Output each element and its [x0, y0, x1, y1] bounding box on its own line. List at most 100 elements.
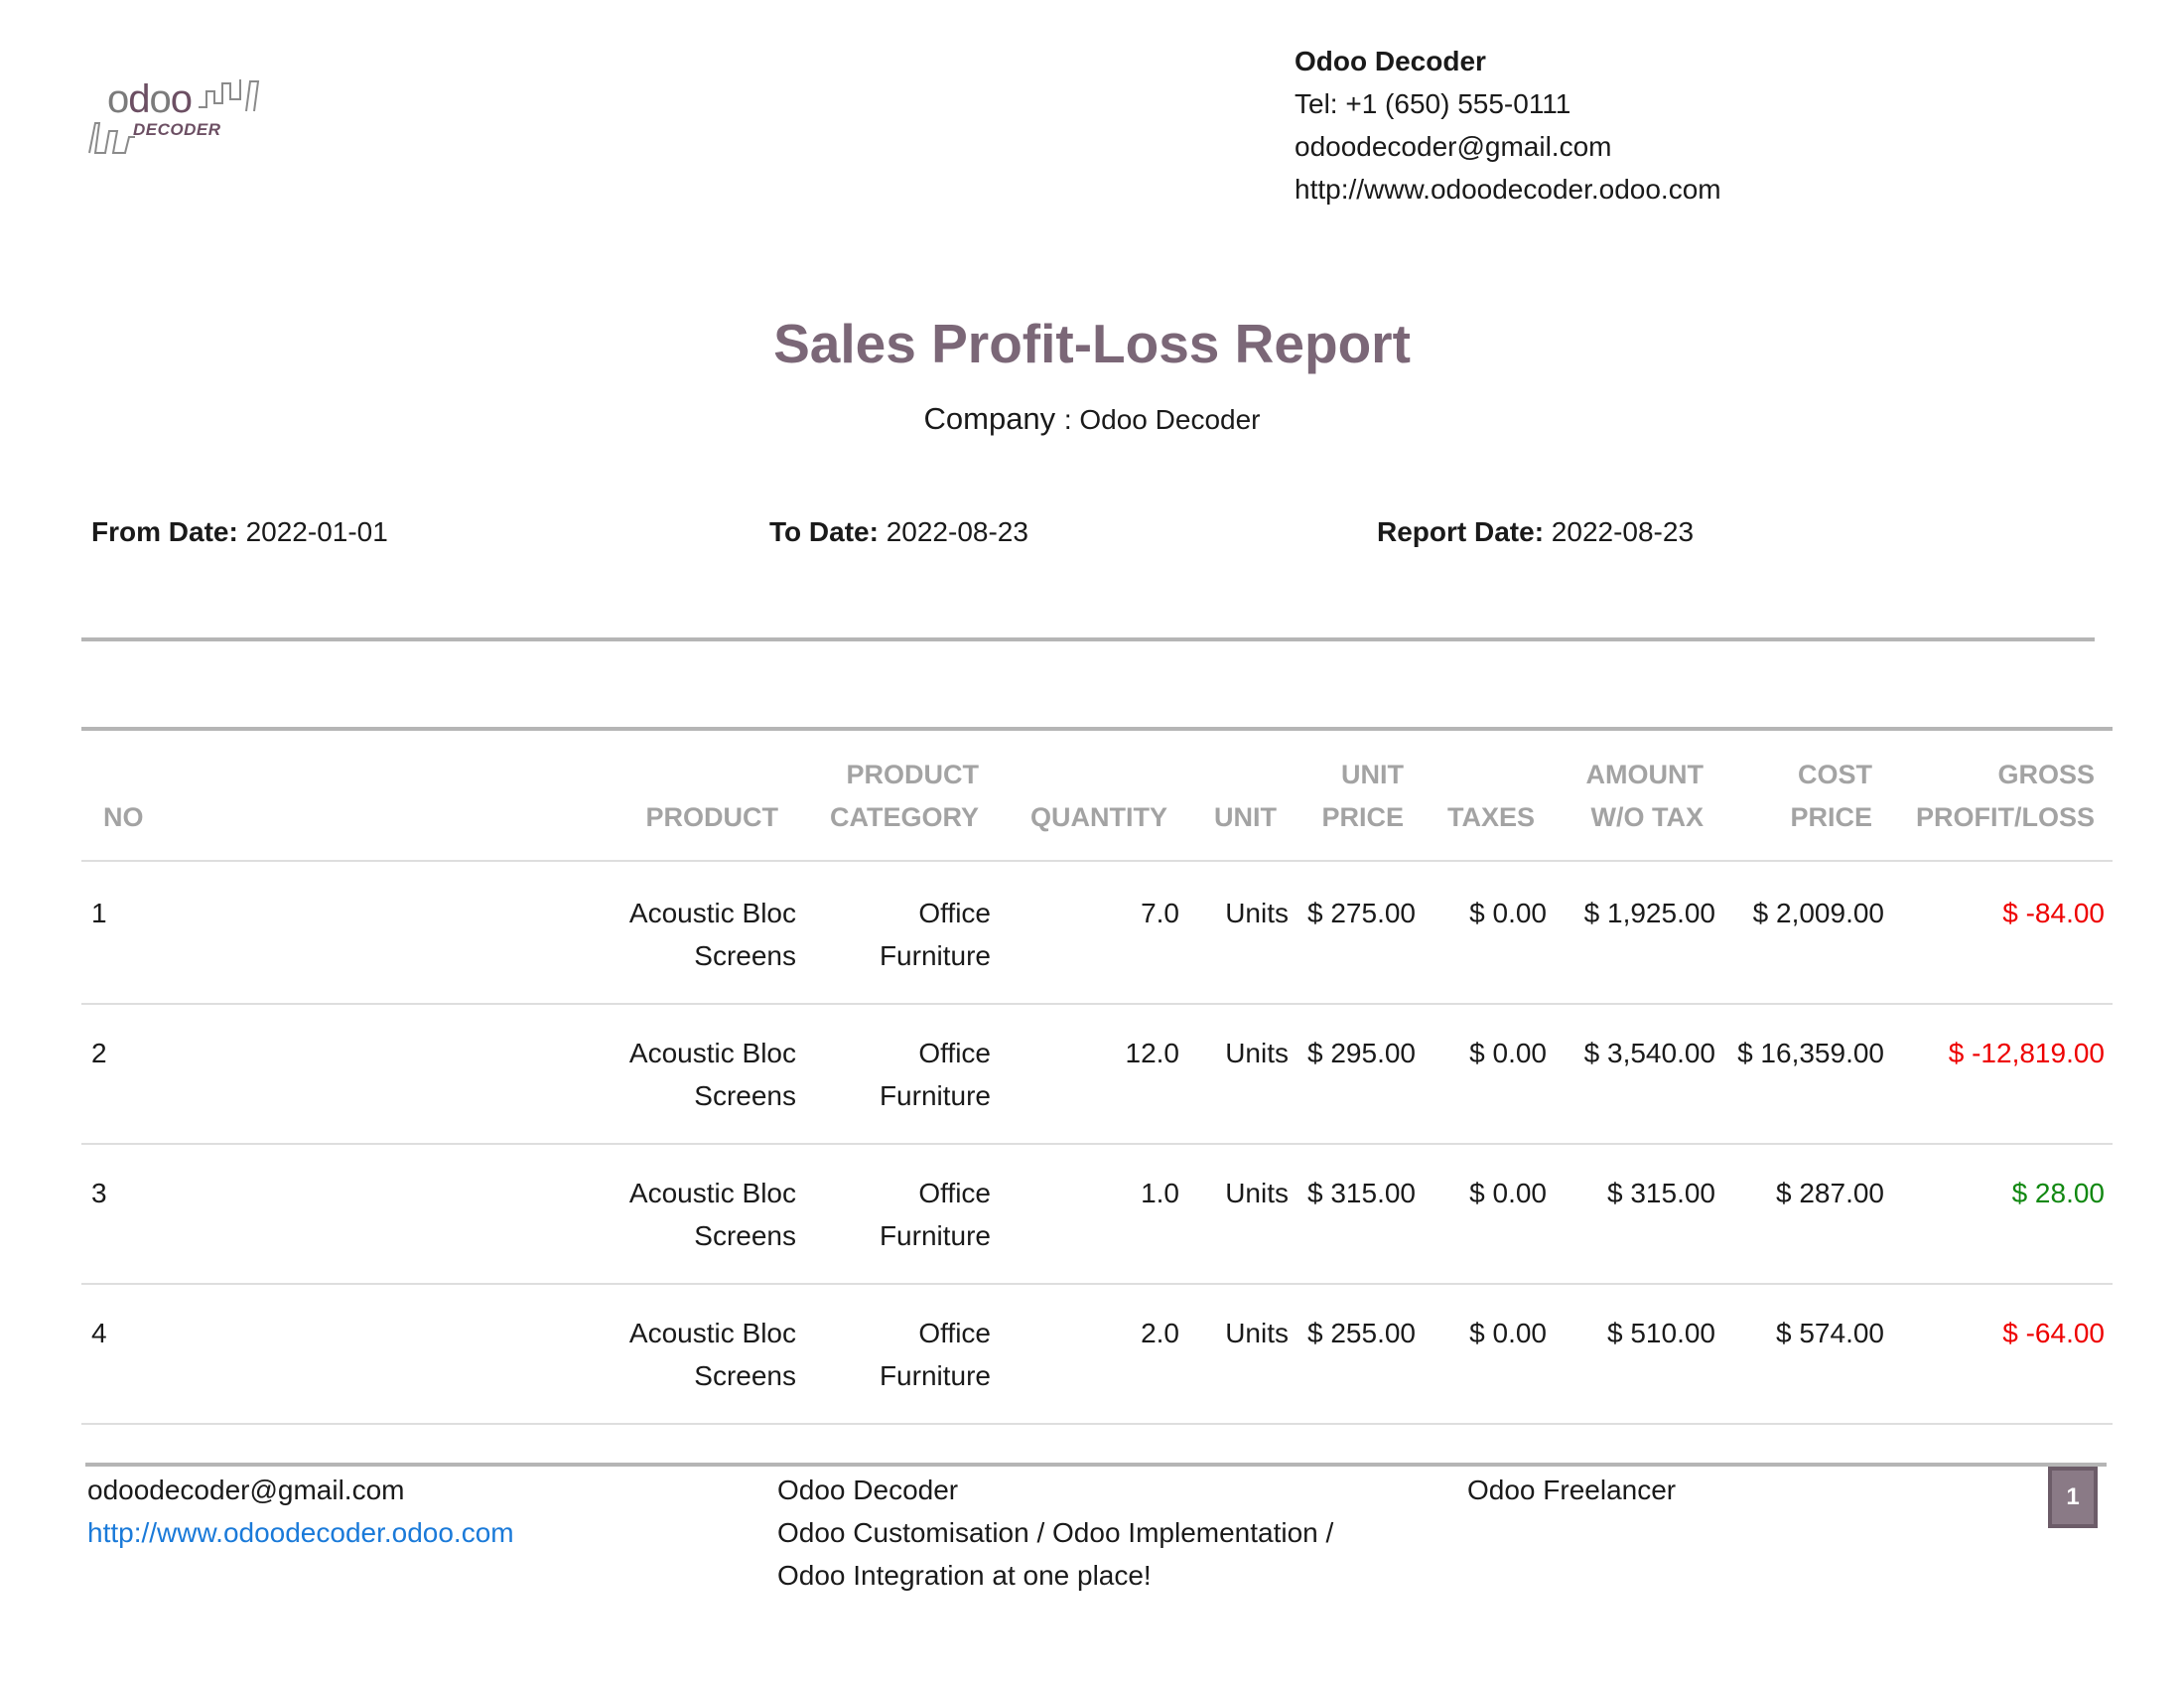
cell-product: Acoustic Bloc Screens — [576, 892, 796, 977]
from-date: From Date: 2022-01-01 — [91, 516, 388, 548]
cell-taxes: $ 0.00 — [1469, 1038, 1547, 1068]
logo-circuit-left-icon — [88, 122, 135, 154]
col-header-category-line2: CATEGORY — [829, 802, 979, 832]
company-website: http://www.odoodecoder.odoo.com — [1295, 174, 1721, 205]
cell-unit: Units — [1225, 1038, 1289, 1068]
cell-unit-price: $ 315.00 — [1307, 1178, 1416, 1208]
cell-category: Office Furniture — [814, 1172, 991, 1257]
footer-role: Odoo Freelancer — [1467, 1475, 1677, 1505]
cell-product-line1: Acoustic Bloc — [628, 898, 796, 928]
cell-category-line2: Furniture — [879, 1080, 991, 1111]
report-date: Report Date: 2022-08-23 — [1377, 516, 1694, 548]
cell-cost: $ 574.00 — [1776, 1318, 1884, 1348]
cell-quantity: 2.0 — [1141, 1318, 1179, 1348]
cell-unit-price: $ 255.00 — [1307, 1318, 1416, 1348]
logo-wordmark: odoo — [107, 77, 193, 121]
table-top-rule — [81, 727, 2113, 731]
table-row: 3 Acoustic Bloc Screens Office Furniture 1… — [0, 1172, 2184, 1312]
cell-category: Office Furniture — [814, 1312, 991, 1397]
cell-gross: $ -12,819.00 — [1948, 1038, 2105, 1068]
footer-rule — [85, 1463, 2107, 1467]
col-header-amount-line2: W/O TAX — [1590, 802, 1704, 832]
footer-website-link[interactable]: http://www.odoodecoder.odoo.com — [87, 1511, 514, 1554]
cell-product-line2: Screens — [694, 1360, 796, 1391]
cell-unit-price: $ 295.00 — [1307, 1038, 1416, 1068]
cell-category: Office Furniture — [814, 1032, 991, 1117]
row-divider — [81, 1283, 2113, 1285]
to-date-label: To Date: — [769, 516, 879, 547]
company-info: Odoo Decoder Tel: +1 (650) 555-0111 odoo… — [1295, 40, 1721, 211]
cell-quantity: 1.0 — [1141, 1178, 1179, 1208]
cell-product-line2: Screens — [694, 1220, 796, 1251]
cell-product-line2: Screens — [694, 940, 796, 971]
cell-taxes: $ 0.00 — [1469, 1318, 1547, 1348]
company-name: Odoo Decoder — [1295, 46, 1486, 76]
cell-product: Acoustic Bloc Screens — [576, 1312, 796, 1397]
cell-amount: $ 1,925.00 — [1583, 898, 1715, 928]
cell-category-line1: Office — [918, 898, 991, 928]
footer-company: Odoo Decoder Odoo Customisation / Odoo I… — [777, 1469, 1333, 1597]
cell-quantity: 7.0 — [1141, 898, 1179, 928]
report-company-value: : Odoo Decoder — [1063, 404, 1261, 435]
cell-product-line1: Acoustic Bloc — [628, 1178, 796, 1208]
col-header-quantity: QUANTITY — [1030, 802, 1167, 832]
col-header-taxes: TAXES — [1446, 802, 1535, 832]
cell-unit: Units — [1225, 1318, 1289, 1348]
cell-category-line1: Office — [918, 1038, 991, 1068]
footer-email: odoodecoder@gmail.com — [87, 1475, 405, 1505]
cell-category-line2: Furniture — [879, 1220, 991, 1251]
cell-category-line1: Office — [918, 1178, 991, 1208]
cell-no: 1 — [91, 898, 107, 928]
cell-product: Acoustic Bloc Screens — [576, 1172, 796, 1257]
row-divider — [81, 1143, 2113, 1145]
company-tel: Tel: +1 (650) 555-0111 — [1295, 88, 1571, 119]
to-date: To Date: 2022-08-23 — [769, 516, 1028, 548]
col-header-amount: AMOUNT W/O TAX — [1549, 754, 1704, 839]
cell-category-line2: Furniture — [879, 1360, 991, 1391]
from-date-value: 2022-01-01 — [245, 516, 388, 547]
footer-tagline-line2: Odoo Integration at one place! — [777, 1560, 1152, 1591]
col-header-gross-line1: GROSS — [1997, 760, 2095, 789]
cell-category-line1: Office — [918, 1318, 991, 1348]
cell-amount: $ 3,540.00 — [1583, 1038, 1715, 1068]
logo-subtitle: DECODER — [133, 120, 221, 139]
cell-amount: $ 510.00 — [1607, 1318, 1715, 1348]
cell-no: 3 — [91, 1178, 107, 1208]
table-row: 4 Acoustic Bloc Screens Office Furniture 2… — [0, 1312, 2184, 1452]
cell-gross: $ 28.00 — [2011, 1178, 2105, 1208]
cell-no: 4 — [91, 1318, 107, 1348]
col-header-gross-line2: PROFIT/LOSS — [1915, 802, 2095, 832]
page-number-badge: 1 — [2048, 1467, 2098, 1528]
report-date-label: Report Date: — [1377, 516, 1545, 547]
table-row: 1 Acoustic Bloc Screens Office Furniture 7… — [0, 892, 2184, 1032]
col-header-cost-line1: COST — [1797, 760, 1872, 789]
cell-gross: $ -64.00 — [2002, 1318, 2105, 1348]
footer-contact: odoodecoder@gmail.com http://www.odoodec… — [87, 1469, 514, 1554]
header-row-divider — [81, 860, 2113, 862]
cell-category: Office Furniture — [814, 892, 991, 977]
row-divider — [81, 1423, 2113, 1425]
col-header-category: PRODUCT CATEGORY — [794, 754, 979, 839]
cell-gross: $ -84.00 — [2002, 898, 2105, 928]
cell-cost: $ 287.00 — [1776, 1178, 1884, 1208]
footer-tagline-line1: Odoo Customisation / Odoo Implementation… — [777, 1517, 1334, 1548]
to-date-value: 2022-08-23 — [886, 516, 1028, 547]
cell-quantity: 12.0 — [1125, 1038, 1180, 1068]
col-header-cost-line2: PRICE — [1790, 802, 1872, 832]
company-email: odoodecoder@gmail.com — [1295, 131, 1612, 162]
footer-company-name: Odoo Decoder — [777, 1475, 959, 1505]
col-header-category-line1: PRODUCT — [846, 760, 980, 789]
cell-amount: $ 315.00 — [1607, 1178, 1715, 1208]
cell-product-line2: Screens — [694, 1080, 796, 1111]
col-header-unit-price-line2: PRICE — [1321, 802, 1404, 832]
col-header-no: NO — [103, 802, 144, 832]
cell-product: Acoustic Bloc Screens — [576, 1032, 796, 1117]
col-header-gross: GROSS PROFIT/LOSS — [1886, 754, 2095, 839]
logo-circuit-icon — [199, 79, 260, 112]
row-divider — [81, 1003, 2113, 1005]
cell-unit-price: $ 275.00 — [1307, 898, 1416, 928]
cell-unit: Units — [1225, 898, 1289, 928]
col-header-unit-price: UNIT PRICE — [1291, 754, 1404, 839]
from-date-label: From Date: — [91, 516, 238, 547]
cell-cost: $ 16,359.00 — [1737, 1038, 1884, 1068]
